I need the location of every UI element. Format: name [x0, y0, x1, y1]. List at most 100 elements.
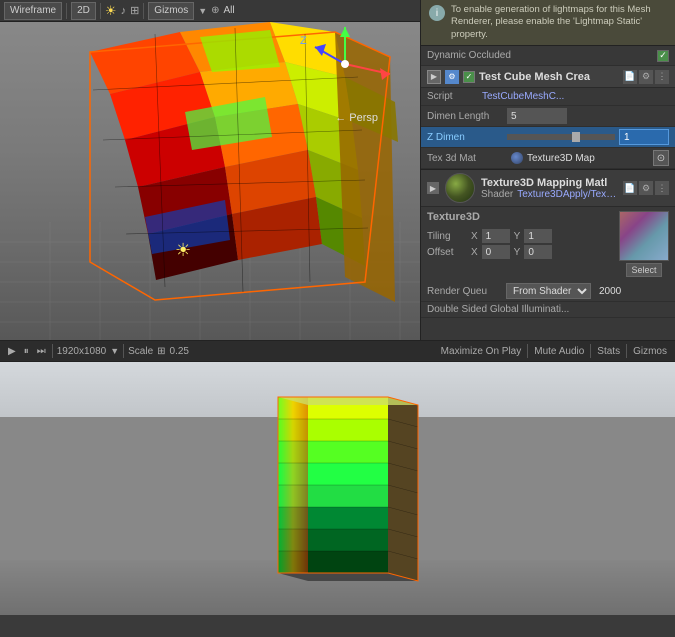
dimen-length-row: Dimen Length	[421, 106, 675, 127]
component-enabled-checkbox[interactable]: ✓	[463, 71, 475, 83]
bottom-section	[0, 362, 675, 637]
mode-2d-button[interactable]: 2D	[71, 2, 96, 20]
scale-label: Scale	[128, 346, 153, 357]
offset-x-label: X	[471, 247, 478, 258]
material-dots-btn[interactable]: ⋮	[655, 181, 669, 195]
mid-sep-4	[590, 344, 591, 358]
material-book-btn[interactable]: 📄	[623, 181, 637, 195]
mid-sep-1	[52, 344, 53, 358]
z-dimen-label: Z Dimen	[427, 132, 507, 143]
texture3d-label-row: Texture3D	[427, 211, 613, 223]
component-header-icons: 📄 ⚙ ⋮	[623, 70, 669, 84]
tiling-x-input[interactable]	[482, 229, 510, 243]
mid-sep-3	[527, 344, 528, 358]
dynamic-occluded-row: Dynamic Occluded ✓	[421, 46, 675, 66]
tiling-offset-area: Tiling X Y Offset X Y	[427, 229, 613, 259]
tiling-y-label: Y	[514, 231, 521, 242]
z-dimen-slider-area	[507, 129, 669, 145]
material-header-icons: 📄 ⚙ ⋮	[623, 181, 669, 195]
viewport-canvas: Z ← Persp ☀	[0, 22, 420, 340]
toolbar-separator-3	[143, 3, 144, 19]
game-canvas	[0, 362, 675, 615]
render-queue-row: Render Queu From Shader 2000	[421, 281, 675, 302]
gizmos-button[interactable]: Gizmos	[148, 2, 194, 20]
mesh-3d-svg: Z	[0, 22, 420, 340]
wireframe-button[interactable]: Wireframe	[4, 2, 62, 20]
select-button[interactable]: Select	[626, 263, 661, 277]
tiling-x-label: X	[471, 231, 478, 242]
script-value: TestCubeMeshC...	[482, 91, 564, 102]
component-dots-icon[interactable]: ⋮	[655, 70, 669, 84]
offset-y-input[interactable]	[524, 245, 552, 259]
z-dimen-input[interactable]	[619, 129, 669, 145]
tiling-y-input[interactable]	[524, 229, 552, 243]
right-panel: i To enable generation of lightmaps for …	[420, 0, 675, 340]
info-icon: i	[429, 5, 445, 21]
offset-label: Offset	[427, 247, 467, 258]
double-sided-row: Double Sided Global Illuminati...	[421, 302, 675, 318]
dynamic-occluded-label: Dynamic Occluded	[427, 50, 657, 61]
material-info: Texture3D Mapping Matl Shader Texture3DA…	[481, 177, 617, 200]
offset-x-input[interactable]	[482, 245, 510, 259]
material-gear-btn[interactable]: ⚙	[639, 181, 653, 195]
filter-icon: ⊕	[211, 5, 219, 16]
dimen-length-input[interactable]	[507, 108, 567, 124]
render-queue-select[interactable]: From Shader	[506, 283, 591, 299]
offset-y-label: Y	[514, 247, 521, 258]
double-sided-label: Double Sided Global Illuminati...	[427, 304, 669, 315]
persp-label: ← Persp	[335, 112, 378, 124]
material-header: ▶ Texture3D Mapping Matl Shader Texture3…	[421, 170, 675, 207]
tex-3d-mat-row: Tex 3d Mat Texture3D Map ⊙	[421, 148, 675, 169]
info-text: To enable generation of lightmaps for th…	[451, 4, 667, 41]
play-button[interactable]: ▶	[6, 346, 18, 357]
render-queue-value: 2000	[599, 286, 621, 297]
component-book-icon[interactable]: 📄	[623, 70, 637, 84]
resolution-arrow: ▼	[110, 346, 119, 356]
sun-toolbar-icon: ☀	[105, 3, 117, 19]
pause-button[interactable]: ⏸	[22, 346, 31, 357]
z-dimen-slider-track[interactable]	[507, 134, 615, 140]
component-header: ▶ ⚙ ✓ Test Cube Mesh Crea 📄 ⚙ ⋮	[421, 66, 675, 88]
info-bar: i To enable generation of lightmaps for …	[421, 0, 675, 46]
stats-button[interactable]: Stats	[595, 346, 622, 357]
shader-value: Texture3DApply/Texture3D	[517, 189, 617, 200]
top-section: Wireframe 2D ☀ ♪ ⊞ Gizmos ▼ ⊕ All	[0, 0, 675, 340]
shader-label: Shader	[481, 189, 513, 200]
mid-sep-5	[626, 344, 627, 358]
dimen-length-label: Dimen Length	[427, 111, 507, 122]
material-expand[interactable]: ▶	[427, 182, 439, 194]
material-sphere	[445, 173, 475, 203]
audio-icon: ♪	[121, 5, 127, 17]
viewport-toolbar: Wireframe 2D ☀ ♪ ⊞ Gizmos ▼ ⊕ All	[0, 0, 420, 22]
scale-value: 0.25	[170, 346, 189, 357]
mid-sep-2	[123, 344, 124, 358]
material-body: Texture3D Tiling X Y Offset	[421, 207, 675, 281]
resolution-label: 1920x1080	[57, 346, 107, 357]
step-button[interactable]: ⏭	[35, 346, 48, 357]
mid-left: ▶ ⏸ ⏭ 1920x1080 ▼ Scale ⊞ 0.25	[6, 344, 431, 358]
texture-thumbnail	[619, 211, 669, 261]
tex-3d-mat-dot-button[interactable]: ⊙	[653, 150, 669, 166]
scale-icon: ⊞	[157, 346, 165, 357]
layers-icon: ⊞	[130, 4, 139, 17]
shader-row: Shader Texture3DApply/Texture3D	[481, 189, 617, 200]
texture3d-fields: Texture3D Tiling X Y Offset	[427, 211, 613, 261]
component-gear-icon[interactable]: ⚙	[639, 70, 653, 84]
mute-audio-button[interactable]: Mute Audio	[532, 346, 586, 357]
maximize-on-play-button[interactable]: Maximize On Play	[439, 346, 524, 357]
gizmos-arrow: ▼	[198, 6, 207, 16]
gizmos-bottom-button[interactable]: Gizmos	[631, 346, 669, 357]
material-section: ▶ Texture3D Mapping Matl Shader Texture3…	[421, 169, 675, 318]
tiling-row: Tiling X Y	[427, 229, 613, 243]
viewport-left: Wireframe 2D ☀ ♪ ⊞ Gizmos ▼ ⊕ All	[0, 0, 420, 340]
z-dimen-slider-handle[interactable]	[572, 132, 580, 142]
svg-text:Z: Z	[300, 35, 307, 47]
tiling-label: Tiling	[427, 231, 467, 242]
dynamic-occluded-checkbox[interactable]: ✓	[657, 50, 669, 62]
texture-thumbnail-area: Select	[619, 211, 669, 277]
texture-icon	[511, 152, 523, 164]
sun-light-icon: ☀	[175, 240, 195, 260]
component-expand-arrow[interactable]: ▶	[427, 70, 441, 84]
middle-bar: ▶ ⏸ ⏭ 1920x1080 ▼ Scale ⊞ 0.25 Maximize …	[0, 340, 675, 362]
toolbar-separator-2	[100, 3, 101, 19]
